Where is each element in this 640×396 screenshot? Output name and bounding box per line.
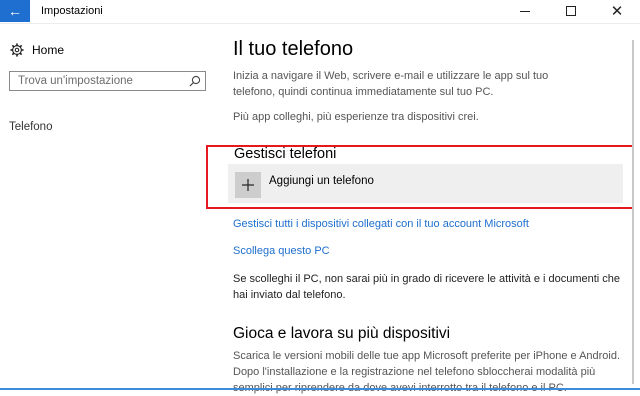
home-link[interactable]: Home (32, 43, 64, 57)
title-bar: ← Impostazioni ✕ (0, 0, 640, 24)
search-placeholder: Trova un'impostazione (18, 75, 133, 87)
intro-text-2: Più app colleghi, più esperienze tra dis… (233, 111, 479, 123)
page-title: Il tuo telefono (233, 38, 354, 60)
unlink-pc-link[interactable]: Scollega questo PC (233, 245, 330, 257)
search-input[interactable]: Trova un'impostazione (9, 71, 206, 91)
gear-icon (10, 43, 24, 57)
manage-devices-link[interactable]: Gestisci tutti i dispositivi collegati c… (233, 218, 529, 230)
intro-text: Inizia a navigare il Web, scrivere e-mai… (233, 70, 549, 98)
close-button[interactable]: ✕ (594, 0, 640, 22)
highlight-annotation (206, 145, 634, 209)
maximize-button[interactable] (548, 0, 594, 22)
scrollbar[interactable] (632, 40, 634, 384)
window-title: Impostazioni (41, 5, 103, 17)
minimize-button[interactable] (502, 0, 548, 22)
cross-device-heading: Gioca e lavora su più dispositivi (233, 325, 451, 342)
close-icon: ✕ (610, 2, 624, 20)
maximize-icon (566, 6, 576, 16)
search-icon (189, 75, 201, 87)
back-arrow-icon: ← (8, 3, 22, 19)
unlink-description: Se scolleghi il PC, non sarai più in gra… (233, 273, 621, 301)
back-button[interactable]: ← (0, 0, 30, 22)
minimize-icon (520, 10, 530, 12)
sidebar-item-telefono[interactable]: Telefono (9, 121, 52, 133)
